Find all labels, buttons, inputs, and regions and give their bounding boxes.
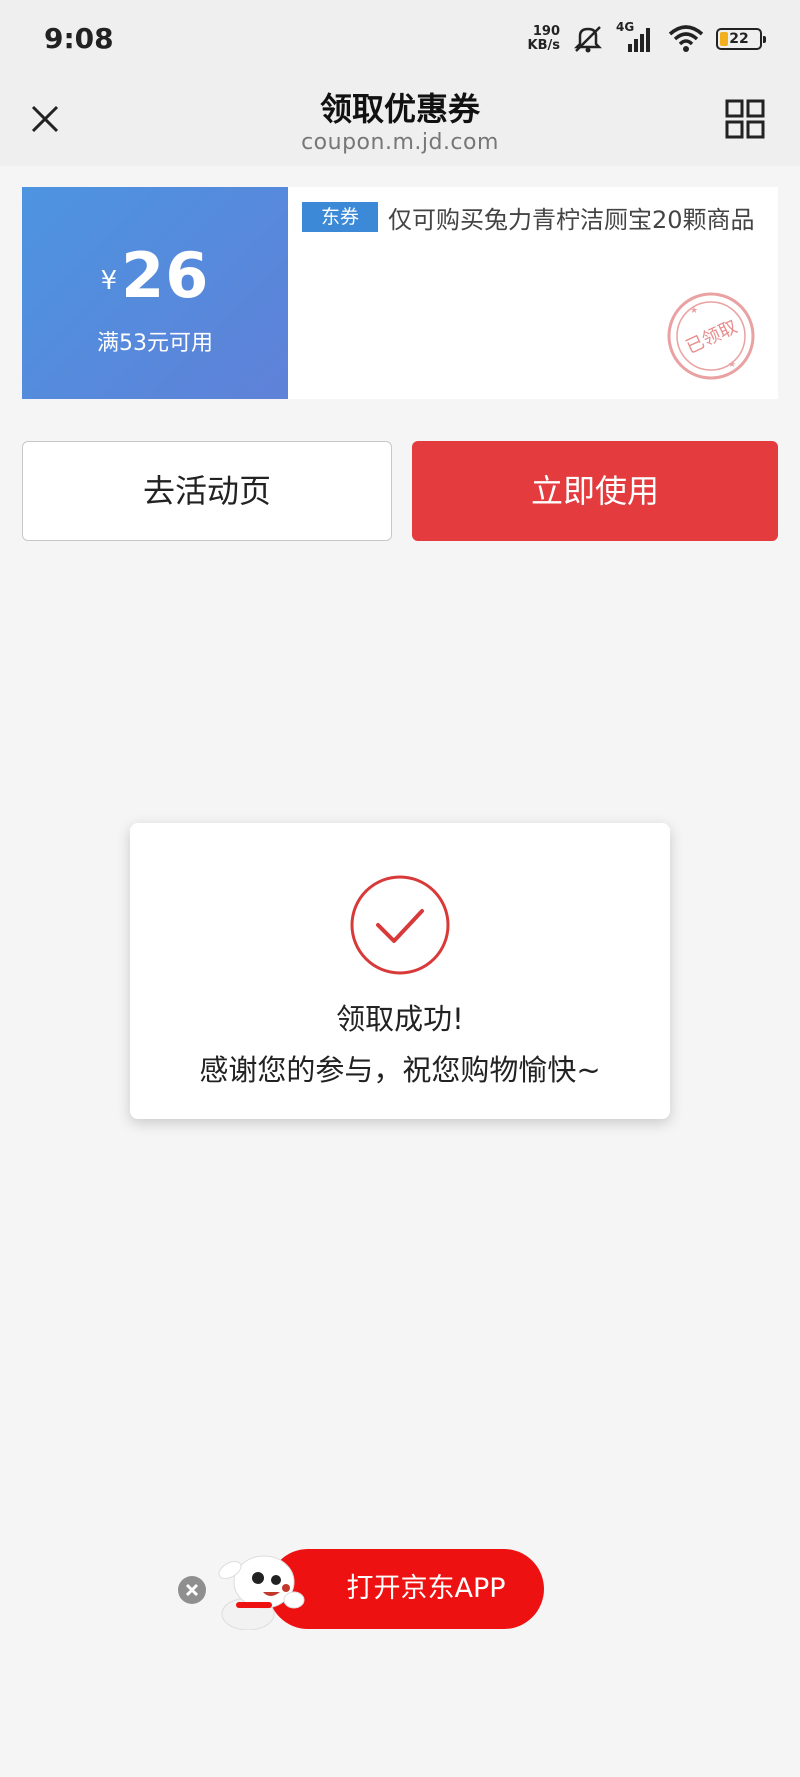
- status-time: 9:08: [44, 22, 114, 55]
- coupon-description: 仅可购买兔力青柠洁厕宝20颗商品: [388, 206, 755, 234]
- claimed-stamp: 已领取 ★ ★: [666, 291, 756, 381]
- coupon-amount: 26: [121, 239, 210, 312]
- battery-icon: 22: [716, 28, 766, 50]
- go-activity-button[interactable]: 去活动页: [22, 441, 392, 541]
- app-banner-close-button[interactable]: [178, 1576, 206, 1604]
- mute-icon: [573, 26, 603, 53]
- battery-level: 22: [729, 31, 749, 47]
- success-dialog: 领取成功! 感谢您的参与，祝您购物愉快~: [130, 823, 670, 1119]
- status-icons: 190 KB/s 4G 22: [528, 20, 766, 56]
- stamp-text: 已领取: [683, 316, 741, 358]
- status-bar: 9:08 190 KB/s 4G 22: [0, 0, 800, 78]
- network-speed-value: 190: [532, 24, 560, 39]
- svg-text:★: ★: [690, 306, 698, 316]
- network-speed: 190 KB/s: [528, 25, 560, 53]
- coupon-amount-row: ¥26: [22, 239, 288, 312]
- success-message: 感谢您的参与，祝您购物愉快~: [199, 1053, 601, 1087]
- coupon-value-panel: ¥26 满53元可用: [16, 187, 288, 399]
- use-now-button[interactable]: 立即使用: [412, 441, 778, 541]
- wifi-icon: [668, 25, 704, 52]
- svg-text:★: ★: [728, 360, 736, 370]
- page-url: coupon.m.jd.com: [301, 130, 499, 155]
- network-speed-unit: KB/s: [527, 38, 560, 53]
- coupon-card[interactable]: ¥26 满53元可用 东券 仅可购买兔力青柠洁厕宝20颗商品 已领取 ★ ★: [16, 187, 778, 399]
- coupon-tag: 东券: [302, 202, 378, 232]
- coupon-condition: 满53元可用: [97, 331, 213, 356]
- coupon-info-panel: 东券 仅可购买兔力青柠洁厕宝20颗商品 已领取 ★ ★: [288, 187, 778, 399]
- currency-symbol: ¥: [100, 266, 118, 296]
- check-circle-icon: [350, 875, 450, 975]
- mascot-icon: [218, 1555, 305, 1630]
- signal-icon: 4G: [616, 20, 656, 54]
- page-header: 领取优惠券 coupon.m.jd.com: [0, 78, 800, 166]
- grid-icon: [725, 99, 765, 139]
- success-title: 领取成功!: [336, 1002, 464, 1036]
- page-title: 领取优惠券: [319, 90, 480, 128]
- menu-grid-button[interactable]: [720, 94, 770, 144]
- close-icon: [185, 1583, 199, 1597]
